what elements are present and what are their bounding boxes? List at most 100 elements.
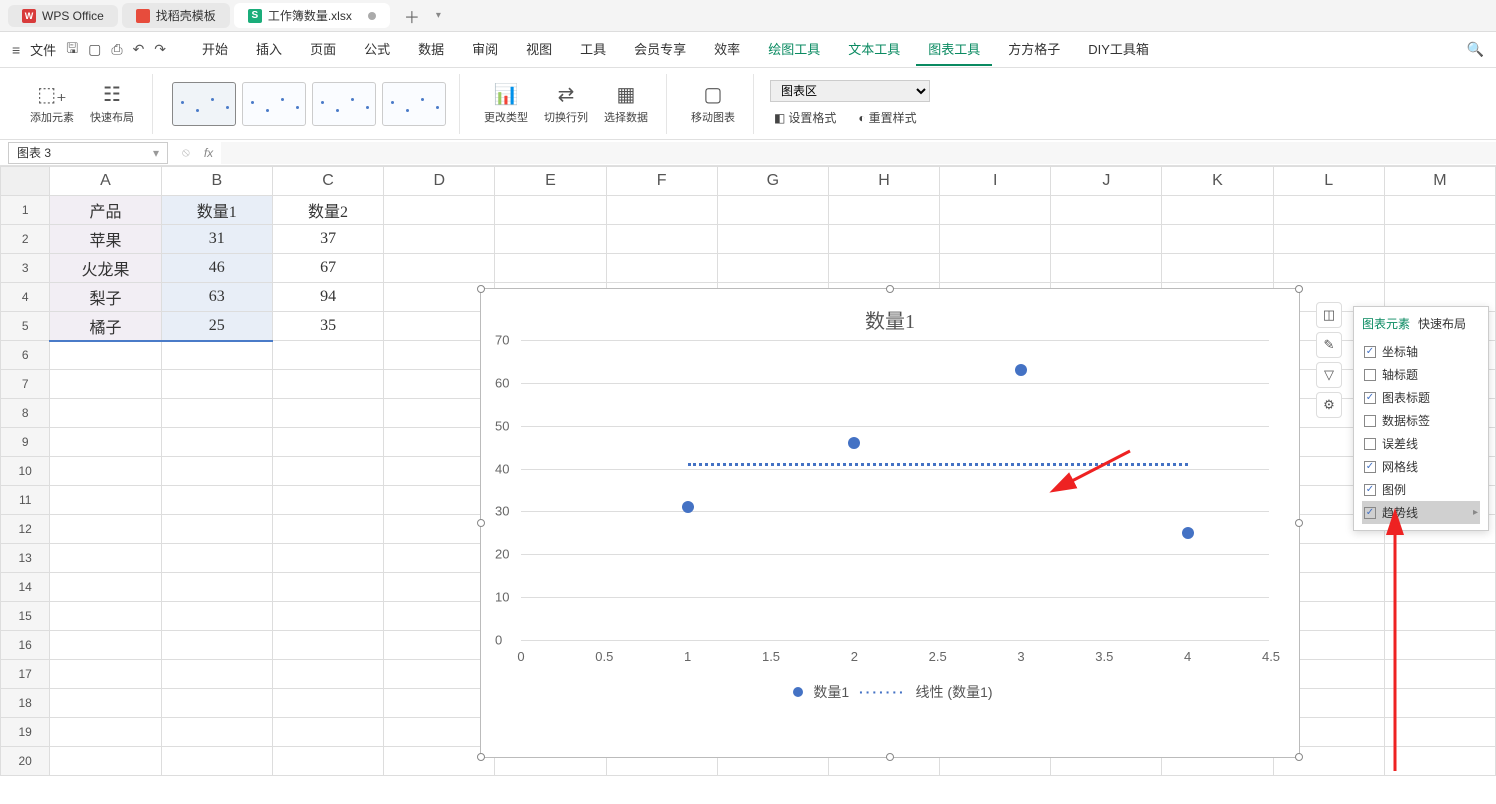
cell[interactable] (606, 196, 717, 225)
chart-style-thumb[interactable] (382, 82, 446, 126)
checkbox-icon[interactable] (1364, 461, 1376, 473)
cell[interactable] (272, 399, 383, 428)
panel-tab-elements[interactable]: 图表元素 (1362, 313, 1410, 334)
cell[interactable] (384, 689, 495, 718)
cell[interactable] (272, 718, 383, 747)
col-header[interactable]: H (828, 167, 939, 196)
panel-item-axis_title[interactable]: 轴标题 (1362, 363, 1480, 386)
search-icon[interactable]: 🔍 (1467, 41, 1484, 58)
menu-item-3[interactable]: 公式 (352, 33, 402, 66)
row-header[interactable]: 11 (1, 486, 50, 515)
cell[interactable] (272, 515, 383, 544)
cell[interactable] (161, 689, 272, 718)
cell[interactable] (50, 631, 161, 660)
select-data-button[interactable]: ▦ 选择数据 (596, 80, 656, 127)
cell[interactable] (940, 254, 1051, 283)
reset-style-button[interactable]: ◐重置样式 (854, 108, 920, 127)
chart-elements-icon[interactable]: ◫ (1316, 302, 1342, 328)
data-point[interactable] (848, 437, 860, 449)
cell[interactable] (384, 573, 495, 602)
add-element-button[interactable]: ⬚₊ 添加元素 (22, 80, 82, 127)
cell[interactable] (272, 602, 383, 631)
col-header[interactable]: J (1051, 167, 1162, 196)
cell[interactable] (272, 457, 383, 486)
cell[interactable] (1384, 689, 1495, 718)
corner-cell[interactable] (1, 167, 50, 196)
cell[interactable] (1384, 747, 1495, 776)
col-header[interactable]: A (50, 167, 161, 196)
checkbox-icon[interactable] (1364, 507, 1376, 519)
cell[interactable] (50, 544, 161, 573)
cell[interactable] (161, 370, 272, 399)
data-point[interactable] (682, 501, 694, 513)
cell[interactable] (50, 370, 161, 399)
checkbox-icon[interactable] (1364, 438, 1376, 450)
menu-item-9[interactable]: 效率 (702, 33, 752, 66)
cell[interactable] (50, 515, 161, 544)
col-header[interactable]: M (1384, 167, 1495, 196)
col-header[interactable]: C (272, 167, 383, 196)
menu-item-7[interactable]: 工具 (568, 33, 618, 66)
file-menu-button[interactable]: 文件 (30, 40, 56, 59)
menu-item-0[interactable]: 开始 (190, 33, 240, 66)
col-header[interactable]: I (940, 167, 1051, 196)
cell[interactable] (384, 631, 495, 660)
cell[interactable] (1273, 254, 1384, 283)
cell[interactable] (50, 428, 161, 457)
row-header[interactable]: 13 (1, 544, 50, 573)
cell[interactable] (1162, 196, 1273, 225)
col-header[interactable]: B (161, 167, 272, 196)
cell[interactable] (50, 660, 161, 689)
col-header[interactable]: F (606, 167, 717, 196)
cell[interactable] (828, 196, 939, 225)
cell[interactable] (384, 747, 495, 776)
cell[interactable] (384, 660, 495, 689)
cell[interactable]: 35 (272, 312, 383, 341)
resize-handle[interactable] (477, 753, 485, 761)
cell[interactable]: 产品 (50, 196, 161, 225)
cell[interactable] (606, 225, 717, 254)
cell[interactable] (1273, 225, 1384, 254)
cell[interactable] (717, 196, 828, 225)
cell[interactable] (384, 312, 495, 341)
chart-styles-icon[interactable]: ✎ (1316, 332, 1342, 358)
chart-settings-icon[interactable]: ⚙ (1316, 392, 1342, 418)
resize-handle[interactable] (477, 285, 485, 293)
row-header[interactable]: 15 (1, 602, 50, 631)
cell[interactable] (161, 602, 272, 631)
col-header[interactable]: L (1273, 167, 1384, 196)
set-format-button[interactable]: ◧设置格式 (770, 108, 840, 127)
checkbox-icon[interactable] (1364, 484, 1376, 496)
cell[interactable] (384, 341, 495, 370)
row-header[interactable]: 19 (1, 718, 50, 747)
plot-area[interactable]: 01020304050607000.511.522.533.544.5 (521, 340, 1269, 640)
switch-rowcol-button[interactable]: ⇄ 切换行列 (536, 80, 596, 127)
data-point[interactable] (1015, 364, 1027, 376)
cell[interactable] (1384, 718, 1495, 747)
cell[interactable] (384, 602, 495, 631)
row-header[interactable]: 7 (1, 370, 50, 399)
row-header[interactable]: 14 (1, 573, 50, 602)
embedded-chart[interactable]: 数量1 01020304050607000.511.522.533.544.5 … (480, 288, 1300, 758)
cell[interactable] (161, 573, 272, 602)
checkbox-icon[interactable] (1364, 369, 1376, 381)
panel-item-gridline[interactable]: 网格线 (1362, 455, 1480, 478)
cell[interactable] (161, 428, 272, 457)
cell[interactable] (161, 341, 272, 370)
cell[interactable] (828, 254, 939, 283)
cell[interactable] (1051, 196, 1162, 225)
checkbox-icon[interactable] (1364, 415, 1376, 427)
cell[interactable] (50, 457, 161, 486)
menu-item-2[interactable]: 页面 (298, 33, 348, 66)
cell[interactable] (161, 747, 272, 776)
undo-icon[interactable]: ↶ (133, 41, 145, 58)
row-header[interactable]: 2 (1, 225, 50, 254)
cell[interactable] (161, 718, 272, 747)
resize-handle[interactable] (886, 753, 894, 761)
cancel-icon[interactable]: ⦸ (182, 145, 190, 160)
resize-handle[interactable] (1295, 753, 1303, 761)
quick-layout-button[interactable]: ☷ 快速布局 (82, 80, 142, 127)
cell[interactable] (272, 747, 383, 776)
formula-input[interactable] (221, 142, 1496, 164)
cell[interactable] (1384, 254, 1495, 283)
